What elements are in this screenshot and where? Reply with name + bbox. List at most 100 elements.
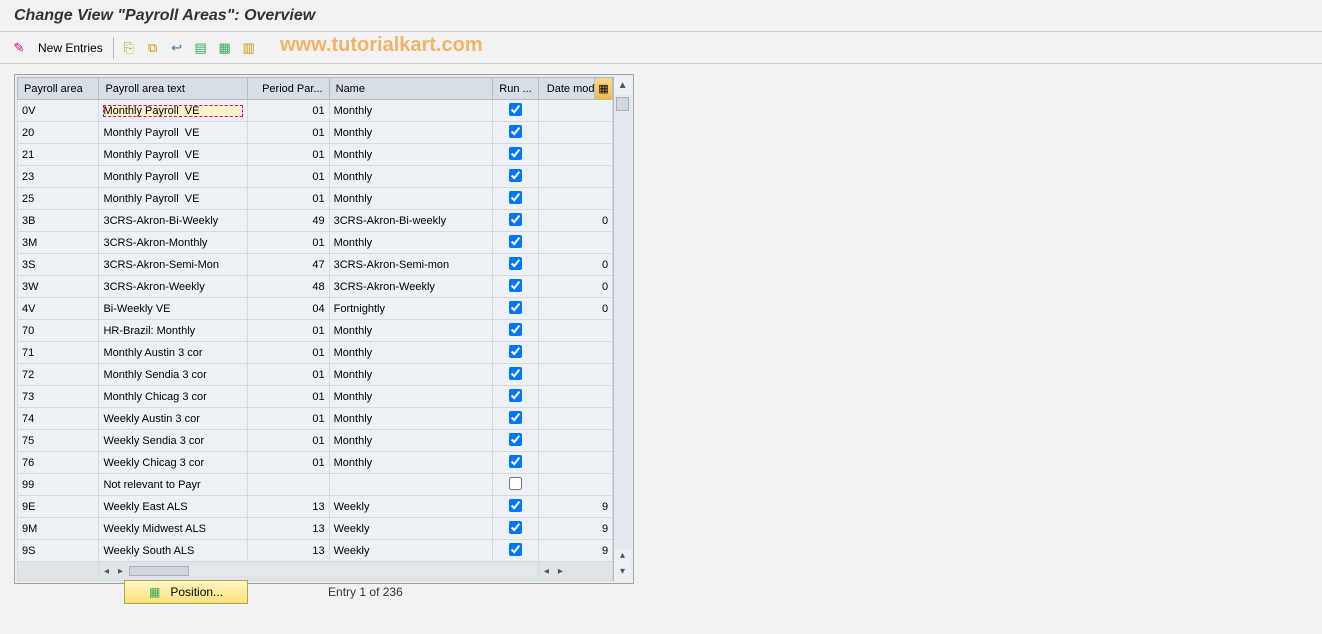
col-header-period[interactable]: Period Par... xyxy=(248,78,329,100)
select-block-icon[interactable]: ▦ xyxy=(216,39,234,57)
run-checkbox[interactable] xyxy=(509,301,522,314)
table-row[interactable]: 13Weekly9 xyxy=(18,496,613,518)
table-row[interactable]: 01Monthly xyxy=(18,452,613,474)
text-input[interactable] xyxy=(103,215,243,227)
area-input[interactable] xyxy=(22,479,94,491)
undo-icon[interactable]: ↩ xyxy=(168,39,186,57)
text-input[interactable] xyxy=(103,413,243,425)
area-input[interactable] xyxy=(22,237,94,249)
run-checkbox[interactable] xyxy=(509,389,522,402)
run-checkbox[interactable] xyxy=(509,477,522,490)
col-header-date[interactable]: Date modi... ▦ xyxy=(539,78,613,100)
run-checkbox[interactable] xyxy=(509,367,522,380)
text-input[interactable] xyxy=(103,457,243,469)
text-input[interactable] xyxy=(103,391,243,403)
table-row[interactable] xyxy=(18,474,613,496)
table-row[interactable]: 01Monthly xyxy=(18,430,613,452)
run-checkbox[interactable] xyxy=(509,191,522,204)
area-input[interactable] xyxy=(22,281,94,293)
area-input[interactable] xyxy=(22,369,94,381)
area-input[interactable] xyxy=(22,413,94,425)
scroll-down-small-icon[interactable]: ▴ xyxy=(614,549,631,563)
col-header-run[interactable]: Run ... xyxy=(492,78,539,100)
table-row[interactable]: 01Monthly xyxy=(18,386,613,408)
table-row[interactable]: 493CRS-Akron-Bi-weekly0 xyxy=(18,210,613,232)
area-input[interactable] xyxy=(22,435,94,447)
area-input[interactable] xyxy=(22,347,94,359)
table-row[interactable]: 04Fortnightly0 xyxy=(18,298,613,320)
scroll-left-icon[interactable]: ◂ xyxy=(99,566,113,577)
deselect-all-icon[interactable]: ▥ xyxy=(240,39,258,57)
vertical-scrollbar[interactable]: ▲ ▴ ▾ xyxy=(613,77,631,581)
text-input[interactable] xyxy=(103,259,243,271)
text-input[interactable] xyxy=(103,171,243,183)
table-row[interactable]: 01Monthly xyxy=(18,232,613,254)
table-row[interactable]: 01Monthly xyxy=(18,122,613,144)
col-header-name[interactable]: Name xyxy=(329,78,492,100)
table-row[interactable]: 01Monthly xyxy=(18,100,613,122)
horizontal-scrollbar-date[interactable]: ◂▸ xyxy=(539,562,612,580)
scroll-left-icon[interactable]: ◂ xyxy=(539,566,553,577)
table-row[interactable]: 13Weekly9 xyxy=(18,540,613,562)
area-input[interactable] xyxy=(22,259,94,271)
wand-icon[interactable]: ✎ xyxy=(10,39,28,57)
select-all-icon[interactable]: ▤ xyxy=(192,39,210,57)
area-input[interactable] xyxy=(22,523,94,535)
table-row[interactable]: 483CRS-Akron-Weekly0 xyxy=(18,276,613,298)
text-input[interactable] xyxy=(103,479,243,491)
run-checkbox[interactable] xyxy=(509,411,522,424)
table-row[interactable]: 01Monthly xyxy=(18,408,613,430)
table-row[interactable]: 13Weekly9 xyxy=(18,518,613,540)
run-checkbox[interactable] xyxy=(509,279,522,292)
area-input[interactable] xyxy=(22,149,94,161)
run-checkbox[interactable] xyxy=(509,455,522,468)
area-input[interactable] xyxy=(22,215,94,227)
scroll-right-icon[interactable]: ▸ xyxy=(113,566,127,577)
col-header-text[interactable]: Payroll area text xyxy=(99,78,248,100)
run-checkbox[interactable] xyxy=(509,345,522,358)
area-input[interactable] xyxy=(22,457,94,469)
text-input[interactable] xyxy=(103,325,243,337)
area-input[interactable] xyxy=(22,171,94,183)
scroll-right-icon[interactable]: ▸ xyxy=(553,566,567,577)
table-settings-icon[interactable]: ▦ xyxy=(594,78,612,99)
area-input[interactable] xyxy=(22,303,94,315)
text-input[interactable] xyxy=(103,281,243,293)
text-input[interactable] xyxy=(103,435,243,447)
new-entries-button[interactable]: New Entries xyxy=(34,37,114,59)
area-input[interactable] xyxy=(22,501,94,513)
text-input[interactable] xyxy=(103,545,243,557)
area-input[interactable] xyxy=(22,127,94,139)
col-header-area[interactable]: Payroll area xyxy=(18,78,99,100)
text-input[interactable] xyxy=(103,303,243,315)
scroll-up-icon[interactable]: ▲ xyxy=(614,77,631,95)
text-input[interactable] xyxy=(103,237,243,249)
text-input[interactable] xyxy=(103,149,243,161)
run-checkbox[interactable] xyxy=(509,169,522,182)
copy-icon[interactable]: ⎘ xyxy=(120,39,138,57)
run-checkbox[interactable] xyxy=(509,147,522,160)
text-input[interactable] xyxy=(103,501,243,513)
area-input[interactable] xyxy=(22,193,94,205)
run-checkbox[interactable] xyxy=(509,125,522,138)
hscroll-thumb[interactable] xyxy=(129,566,189,576)
copy-all-icon[interactable]: ⧉ xyxy=(144,39,162,57)
area-input[interactable] xyxy=(22,391,94,403)
table-row[interactable]: 01Monthly xyxy=(18,144,613,166)
table-row[interactable]: 01Monthly xyxy=(18,166,613,188)
text-input[interactable] xyxy=(103,369,243,381)
run-checkbox[interactable] xyxy=(509,235,522,248)
text-input[interactable] xyxy=(103,127,243,139)
horizontal-scrollbar[interactable]: ◂▸ xyxy=(99,562,538,580)
position-button[interactable]: ▦ Position... xyxy=(124,580,248,604)
table-row[interactable]: 01Monthly xyxy=(18,364,613,386)
run-checkbox[interactable] xyxy=(509,323,522,336)
text-input[interactable] xyxy=(103,193,243,205)
text-input[interactable] xyxy=(103,523,243,535)
table-row[interactable]: 01Monthly xyxy=(18,188,613,210)
text-input[interactable] xyxy=(103,105,243,117)
area-input[interactable] xyxy=(22,545,94,557)
run-checkbox[interactable] xyxy=(509,499,522,512)
table-row[interactable]: 01Monthly xyxy=(18,342,613,364)
run-checkbox[interactable] xyxy=(509,543,522,556)
